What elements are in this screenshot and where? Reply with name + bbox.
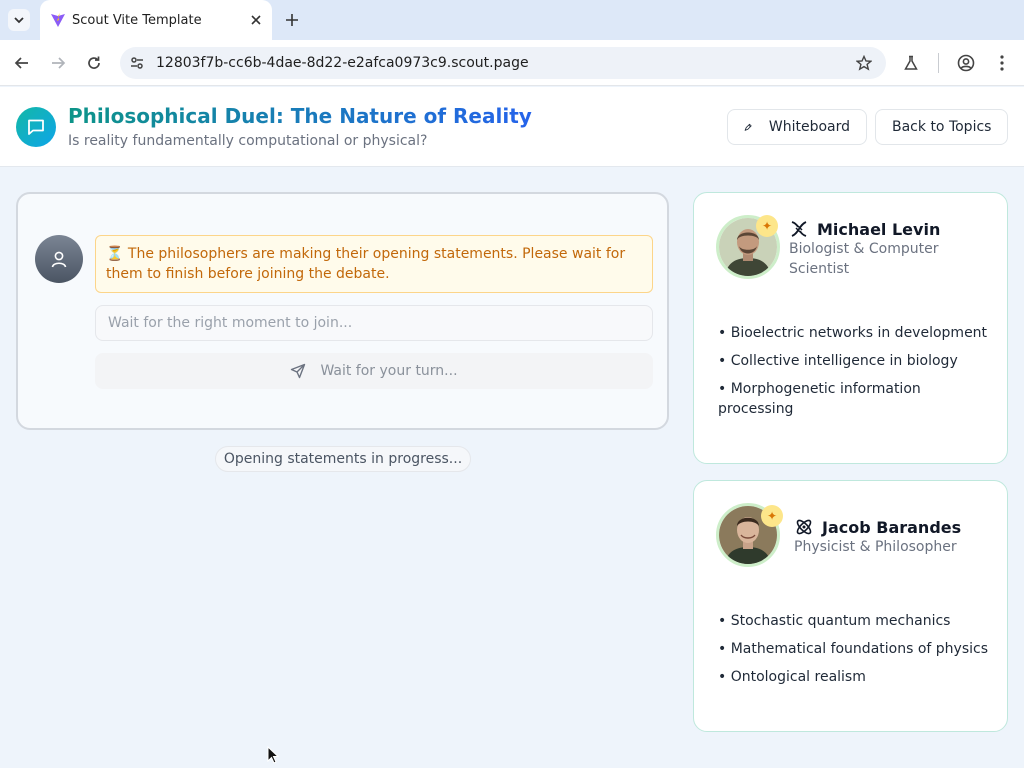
topic-item: • Ontological realism [718, 669, 866, 685]
toolbar-divider [938, 53, 939, 73]
vite-favicon-icon [51, 13, 65, 27]
send-button[interactable]: Wait for your turn... [95, 353, 653, 389]
bookmark-button[interactable] [848, 47, 880, 79]
philosopher-role: Physicist & Philosopher [794, 539, 957, 555]
new-tab-button[interactable] [280, 8, 304, 32]
user-avatar [35, 235, 83, 283]
site-info-button[interactable] [120, 47, 154, 79]
browser-toolbar: 12803f7b-cc6b-4dae-8d22-e2afca0973c9.sco… [0, 40, 1024, 86]
tab-close-button[interactable] [244, 8, 268, 32]
dna-icon [791, 221, 807, 237]
star-icon [856, 55, 872, 71]
browser-tab-strip: Scout Vite Template [0, 0, 1024, 40]
pen-tool-icon [744, 123, 752, 131]
arrow-left-icon [14, 57, 28, 69]
philosopher-name: Jacob Barandes [794, 517, 961, 537]
philosopher-card: ✦ Jacob Barandes Physicist & Philosopher… [693, 480, 1008, 732]
mouse-cursor-icon [267, 746, 279, 764]
arrow-right-icon [52, 57, 66, 69]
profile-button[interactable] [953, 50, 979, 76]
more-vertical-icon [1000, 55, 1004, 71]
tune-icon [131, 57, 143, 69]
back-to-topics-button[interactable]: Back to Topics [875, 109, 1008, 145]
browser-menu-button[interactable] [989, 50, 1015, 76]
url-text[interactable]: 12803f7b-cc6b-4dae-8d22-e2afca0973c9.sco… [154, 55, 848, 71]
plus-icon [286, 14, 298, 26]
philosopher-card: ✦ Michael Levin Biologist & Computer Sci… [693, 192, 1008, 464]
sparkle-badge: ✦ [761, 505, 783, 527]
philosopher-name-text: Michael Levin [817, 219, 941, 239]
philosopher-name: Michael Levin [789, 219, 940, 239]
tab-search-button[interactable] [8, 9, 30, 31]
topic-item: • Collective intelligence in biology [718, 353, 958, 369]
philosopher-role: Biologist & Computer Scientist [789, 241, 939, 277]
browser-tab[interactable]: Scout Vite Template [40, 0, 272, 40]
chevron-down-icon [14, 17, 24, 24]
app-header: Philosophical Duel: The Nature of Realit… [0, 87, 1024, 167]
whiteboard-label: Whiteboard [768, 119, 850, 135]
wait-notice-text: The philosophers are making their openin… [106, 246, 626, 282]
close-icon [251, 15, 261, 25]
status-badge: Opening statements in progress... [215, 446, 471, 472]
tab-title: Scout Vite Template [72, 12, 202, 28]
reload-button[interactable] [81, 50, 107, 76]
send-button-label: Wait for your turn... [320, 363, 458, 379]
send-icon [291, 363, 306, 379]
chat-bubble-icon [28, 119, 44, 135]
labs-button[interactable] [898, 50, 924, 76]
topic-list: • Bioelectric networks in development • … [718, 323, 988, 427]
app-logo [16, 107, 56, 147]
topic-item: • Morphogenetic information processing [718, 381, 921, 417]
user-icon [51, 251, 67, 268]
hourglass-icon: ⏳ [106, 246, 124, 262]
reload-icon [88, 56, 100, 69]
forward-button[interactable] [45, 50, 71, 76]
philosopher-name-text: Jacob Barandes [822, 517, 962, 537]
address-bar[interactable]: 12803f7b-cc6b-4dae-8d22-e2afca0973c9.sco… [120, 47, 886, 79]
sparkle-badge: ✦ [756, 215, 778, 237]
topic-item: • Bioelectric networks in development [718, 325, 988, 341]
back-button[interactable] [9, 50, 35, 76]
flask-icon [904, 55, 918, 70]
topic-list: • Stochastic quantum mechanics • Mathema… [718, 611, 988, 695]
debate-chat-panel: ⏳ The philosophers are making their open… [16, 192, 669, 430]
atom-icon [796, 519, 812, 535]
wait-notice: ⏳ The philosophers are making their open… [95, 235, 653, 293]
topic-item: • Mathematical foundations of physics [718, 641, 988, 657]
message-input[interactable] [95, 305, 653, 341]
whiteboard-button[interactable]: Whiteboard [727, 109, 867, 145]
topic-item: • Stochastic quantum mechanics [718, 613, 951, 629]
page-title: Philosophical Duel: The Nature of Realit… [68, 104, 532, 128]
back-to-topics-label: Back to Topics [892, 119, 992, 135]
account-icon [957, 54, 975, 72]
page-subtitle: Is reality fundamentally computational o… [68, 133, 428, 149]
